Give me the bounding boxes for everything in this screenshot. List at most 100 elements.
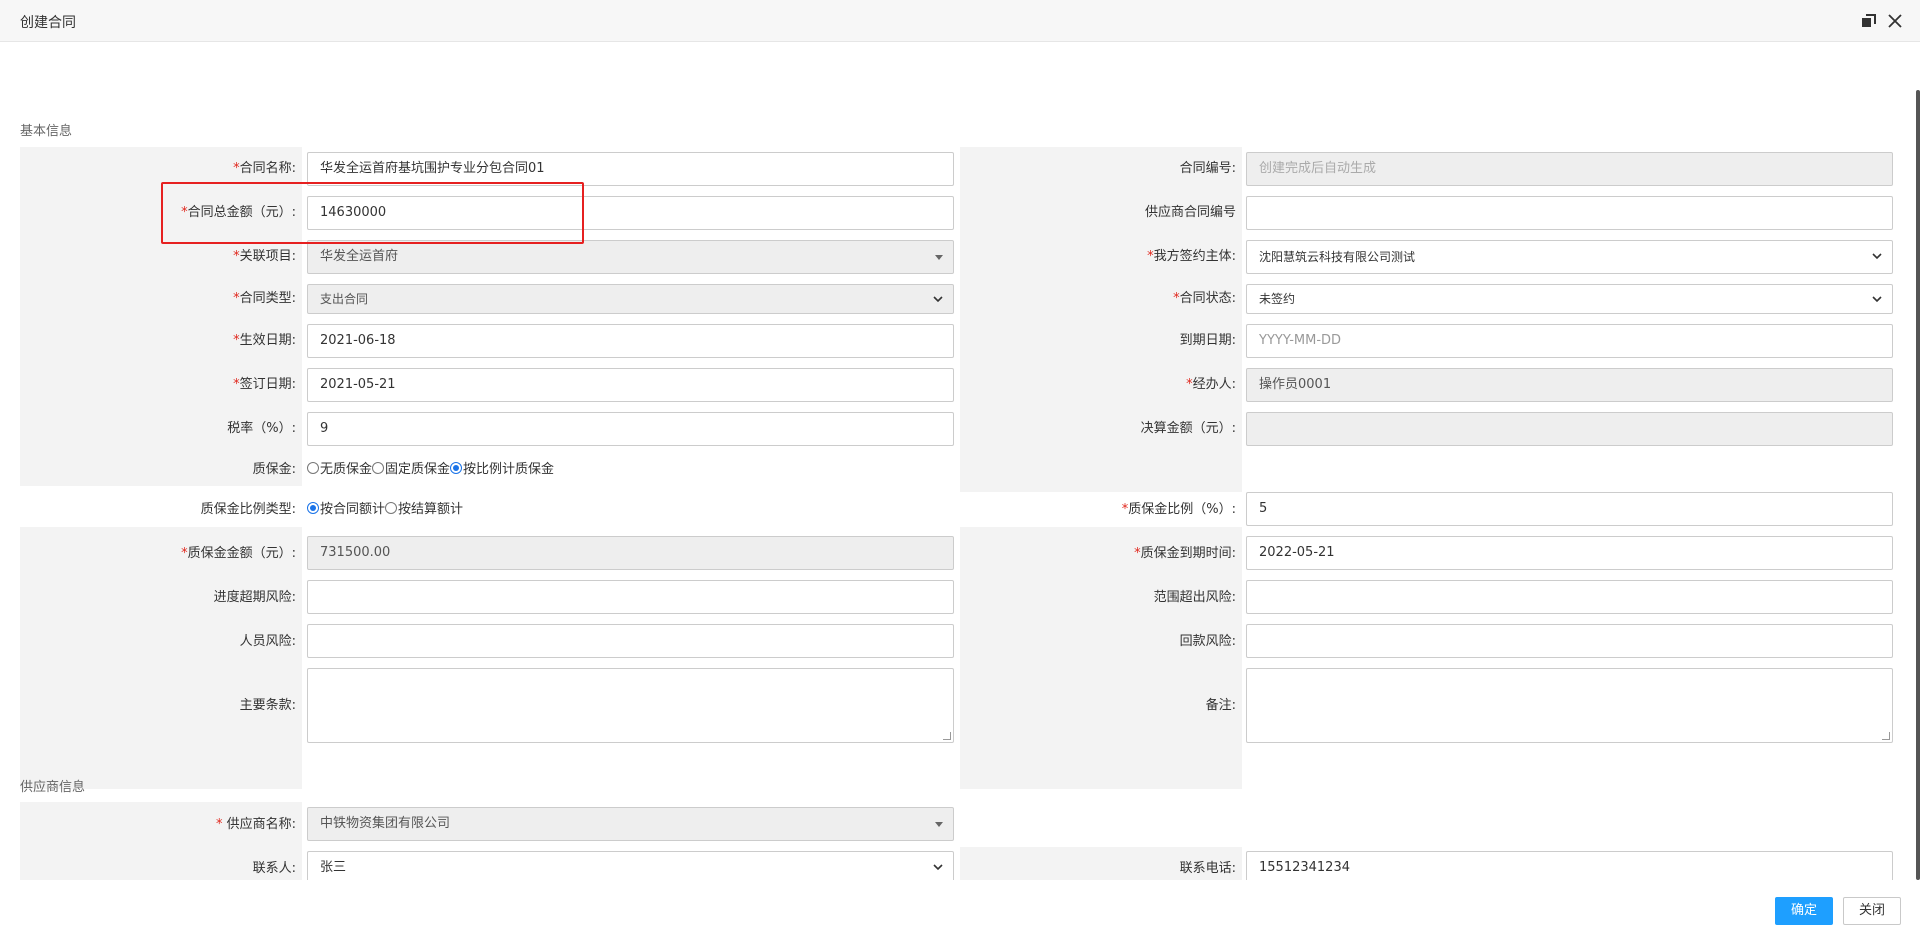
contract-name-label: *合同名称: [233,161,296,176]
retention-option-none[interactable]: 无质保金 [307,458,372,477]
our-party-value: 沈阳慧筑云科技有限公司测试 [1259,250,1416,264]
contract-status-select[interactable]: 未签约 [1246,284,1893,314]
restore-window-icon[interactable] [1860,12,1878,30]
radio-label: 按结算额计 [398,502,464,517]
label-column-bg-2 [20,527,302,789]
schedule-risk-label: 进度超期风险: [213,590,296,605]
label-column-bg-right [960,147,1242,492]
sign-date-input[interactable]: 2021-05-21 [307,368,954,402]
supplier-contract-no-input[interactable] [1246,196,1893,230]
dialog-title: 创建合同 [20,15,76,31]
contract-status-value: 未签约 [1259,292,1296,306]
contract-type-label: *合同类型: [233,291,296,306]
personnel-risk-input[interactable] [307,624,954,658]
scope-risk-label: 范围超出风险: [1153,590,1236,605]
remarks-label: 备注: [1205,698,1236,713]
expire-date-input[interactable]: YYYY-MM-DD [1246,324,1893,358]
dialog-header: 创建合同 [0,0,1920,42]
project-select[interactable]: 华发全运首府 [307,240,954,274]
close-button[interactable]: 关闭 [1843,897,1901,925]
retention-radio-group: 无质保金 固定质保金 按比例计质保金 [307,458,554,477]
resize-handle-icon[interactable] [1882,732,1890,740]
caret-down-icon [935,255,943,260]
retention-due-label: *质保金到期时间: [1134,546,1236,561]
radio-checked-icon [307,501,319,514]
effective-date-label: *生效日期: [233,333,296,348]
radio-icon [385,501,398,514]
dialog-body[interactable]: 基本信息 *合同名称: 华发全运首府基坑围护专业分包合同01 合同编号: 创建完… [0,42,1920,880]
scrollbar[interactable] [1916,90,1920,880]
payment-risk-label: 回款风险: [1179,634,1236,649]
tax-rate-label: 税率（%）: [227,421,296,436]
section-title-supplier: 供应商信息 [20,780,86,795]
chevron-down-icon [1872,253,1882,260]
ratio-type-contract[interactable]: 按合同额计 [307,498,385,517]
dialog-footer: 确定 关闭 [0,880,1920,937]
close-icon[interactable] [1886,12,1904,30]
caret-down-icon [935,822,943,827]
radio-label: 固定质保金 [385,462,451,477]
confirm-button[interactable]: 确定 [1775,897,1833,925]
contract-status-label: *合同状态: [1173,291,1236,306]
retention-label: 质保金: [252,462,296,477]
personnel-risk-label: 人员风险: [239,634,296,649]
tax-rate-input[interactable]: 9 [307,412,954,446]
schedule-risk-input[interactable] [307,580,954,614]
our-party-label: *我方签约主体: [1147,249,1236,264]
sign-date-label: *签订日期: [233,377,296,392]
retention-option-fixed[interactable]: 固定质保金 [372,458,450,477]
contract-no-input[interactable]: 创建完成后自动生成 [1246,152,1893,186]
resize-handle-icon[interactable] [943,732,951,740]
label-column-bg [20,147,302,492]
retention-ratio-label: *质保金比例（%）: [1121,502,1236,517]
contact-value: 张三 [320,860,347,875]
main-terms-label: 主要条款: [239,698,296,713]
effective-date-input[interactable]: 2021-06-18 [307,324,954,358]
main-terms-textarea[interactable] [307,668,954,743]
contact-label: 联系人: [252,861,296,876]
handler-input[interactable]: 操作员0001 [1246,368,1893,402]
settle-amount-input[interactable] [1246,412,1893,446]
our-party-select[interactable]: 沈阳慧筑云科技有限公司测试 [1246,240,1893,274]
total-amount-label: *合同总金额（元）: [181,205,296,220]
contract-name-input[interactable]: 华发全运首府基坑围护专业分包合同01 [307,152,954,186]
contract-type-value: 支出合同 [320,292,369,306]
chevron-down-icon [933,864,943,871]
retention-amount-input[interactable]: 731500.00 [307,536,954,570]
radio-icon [307,461,319,474]
phone-label: 联系电话: [1179,861,1236,876]
retention-due-input[interactable]: 2022-05-21 [1246,536,1893,570]
settle-amount-label: 决算金额（元）: [1140,421,1236,436]
project-label: *关联项目: [233,249,296,264]
retention-option-ratio[interactable]: 按比例计质保金 [450,458,554,477]
expire-date-label: 到期日期: [1179,333,1236,348]
remarks-textarea[interactable] [1246,668,1893,743]
total-amount-input[interactable]: 14630000 [307,196,954,230]
supplier-name-label: * 供应商名称: [215,817,296,832]
section-title-basic: 基本信息 [20,124,73,139]
radio-checked-icon [450,461,463,474]
retention-amount-label: *质保金金额（元）: [181,546,296,561]
retention-ratio-type-group: 按合同额计 按结算额计 [307,498,463,517]
label-column-bg-right-2 [960,527,1242,789]
contract-no-label: 合同编号: [1179,161,1236,176]
chevron-down-icon [1872,296,1882,303]
handler-label: *经办人: [1186,377,1236,392]
payment-risk-input[interactable] [1246,624,1893,658]
supplier-contract-no-label: 供应商合同编号 [1144,205,1236,220]
contract-type-select[interactable]: 支出合同 [307,284,954,314]
supplier-name-value: 中铁物资集团有限公司 [320,816,451,831]
phone-input[interactable]: 15512341234 [1246,851,1893,880]
spacer-line [20,486,302,487]
chevron-down-icon [933,296,943,303]
scope-risk-input[interactable] [1246,580,1893,614]
radio-label: 按比例计质保金 [463,462,555,477]
ratio-type-settle[interactable]: 按结算额计 [385,498,463,517]
radio-icon [372,461,385,474]
project-value: 华发全运首府 [320,249,399,264]
supplier-name-select[interactable]: 中铁物资集团有限公司 [307,807,954,841]
contact-select[interactable]: 张三 [307,851,954,880]
retention-ratio-input[interactable]: 5 [1246,492,1893,526]
retention-ratio-type-label: 质保金比例类型: [200,502,296,517]
radio-label: 无质保金 [320,462,373,477]
